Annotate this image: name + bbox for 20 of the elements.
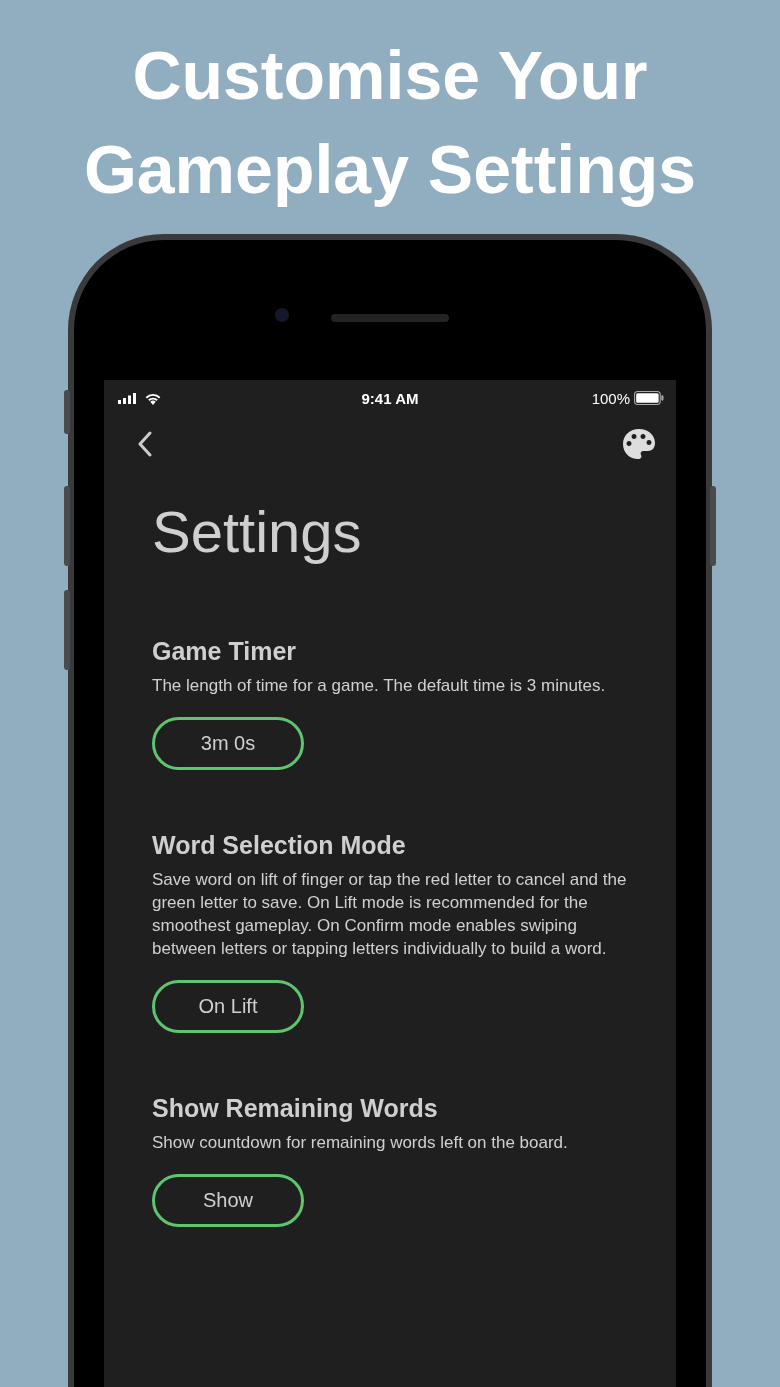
setting-title: Show Remaining Words bbox=[152, 1093, 438, 1123]
signal-icon bbox=[116, 392, 138, 404]
option-button[interactable]: Show bbox=[152, 1174, 304, 1227]
setting-description: Save word on lift of finger or tap the red letter to cancel and the green letter to save. On Lift mode is recommended for the smoothest gameplay. On Confirm mode enables swiping between letters or tapping letters individually to build a word. bbox=[152, 869, 628, 960]
option-button[interactable]: On Lift bbox=[152, 980, 304, 1033]
status-time: 9:41 AM bbox=[361, 389, 419, 407]
setting-description: The length of time for a game. The default time is 3 minutes. bbox=[152, 675, 606, 697]
setting-title: Game Timer bbox=[152, 636, 297, 666]
option-button[interactable]: 3m 0s bbox=[152, 717, 304, 770]
setting-description: Show countdown for remaining words left on the board. bbox=[152, 1132, 568, 1154]
camera-icon bbox=[275, 308, 289, 322]
headline: Gameplay Settings bbox=[83, 130, 697, 209]
setting-title: Word Selection Mode bbox=[152, 830, 406, 860]
back-icon[interactable] bbox=[138, 431, 152, 457]
battery-percent: 100% bbox=[591, 389, 630, 407]
page-title: Settings bbox=[152, 498, 363, 566]
wifi-icon bbox=[144, 391, 162, 405]
headline: Customise Your bbox=[132, 36, 648, 115]
battery-icon bbox=[634, 391, 664, 405]
palette-icon[interactable] bbox=[622, 428, 656, 460]
